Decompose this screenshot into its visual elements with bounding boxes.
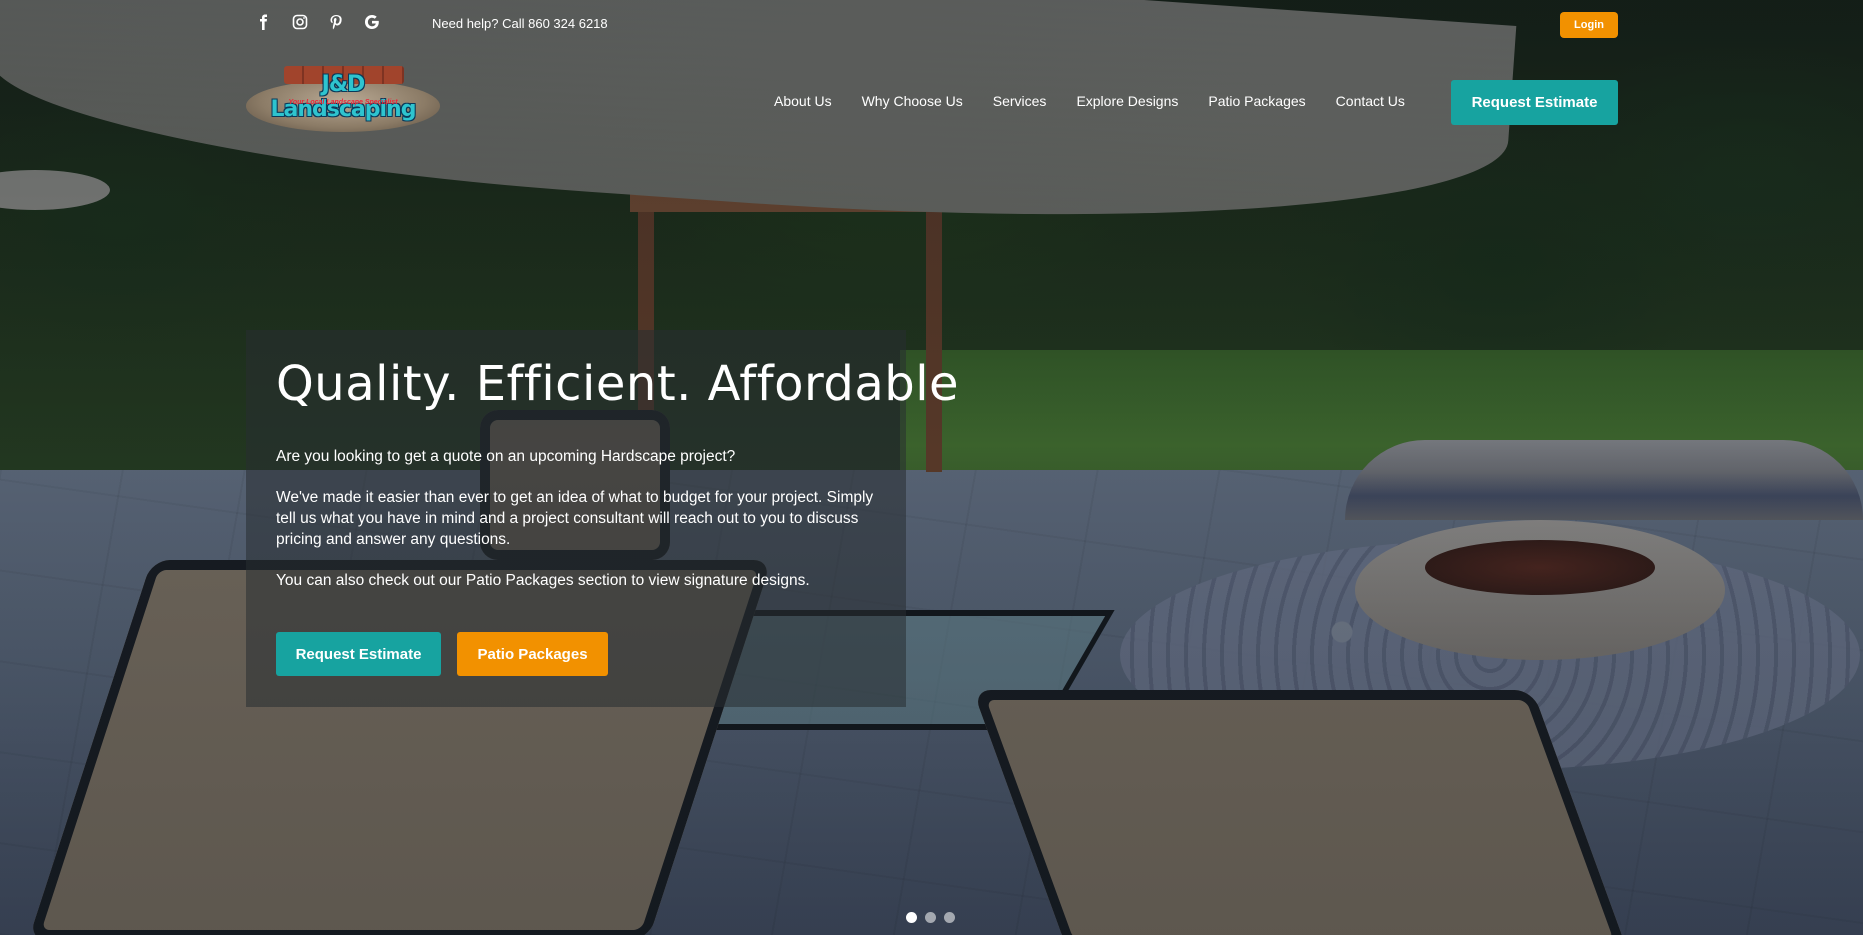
instagram-icon[interactable] — [290, 12, 310, 32]
help-phone-text: Need help? Call 860 324 6218 — [432, 16, 608, 31]
logo-tagline-text: Your Local Landscape Specialist — [288, 99, 398, 106]
nav-item-patio-packages[interactable]: Patio Packages — [1208, 93, 1305, 109]
nav-item-why-choose-us[interactable]: Why Choose Us — [862, 93, 963, 109]
hero-title: Quality. Efficient. Affordable — [276, 356, 960, 412]
slider-dot-2[interactable] — [925, 912, 936, 923]
top-bar: Need help? Call 860 324 6218 Login — [0, 0, 1863, 50]
nav-item-services[interactable]: Services — [993, 93, 1047, 109]
nav-item-contact-us[interactable]: Contact Us — [1336, 93, 1405, 109]
login-button[interactable]: Login — [1560, 12, 1618, 38]
logo-name-text: J&D Landscaping — [270, 72, 417, 122]
pinterest-icon[interactable] — [326, 12, 346, 32]
nav-item-explore-designs[interactable]: Explore Designs — [1076, 93, 1178, 109]
hero-request-estimate-button[interactable]: Request Estimate — [276, 632, 441, 676]
hero-paragraph-description: We've made it easier than ever to get an… — [276, 489, 874, 548]
slider-pagination — [906, 912, 955, 923]
site-logo[interactable]: J&D Landscaping Your Local Landscape Spe… — [246, 66, 440, 132]
slider-dot-1[interactable] — [906, 912, 917, 923]
facebook-icon[interactable] — [254, 12, 274, 32]
slider-dot-3[interactable] — [944, 912, 955, 923]
hero-paragraph-packages: You can also check out our Patio Package… — [276, 572, 810, 589]
nav-item-about-us[interactable]: About Us — [774, 93, 832, 109]
hero-patio-packages-button[interactable]: Patio Packages — [457, 632, 608, 676]
social-links — [254, 12, 382, 32]
hero-panel: Quality. Efficient. Affordable Are you l… — [246, 330, 959, 707]
hero-paragraph-question: Are you looking to get a quote on an upc… — [276, 448, 736, 465]
google-icon[interactable] — [362, 12, 382, 32]
nav-request-estimate-button[interactable]: Request Estimate — [1451, 80, 1618, 125]
main-nav: About Us Why Choose Us Services Explore … — [774, 93, 1405, 109]
